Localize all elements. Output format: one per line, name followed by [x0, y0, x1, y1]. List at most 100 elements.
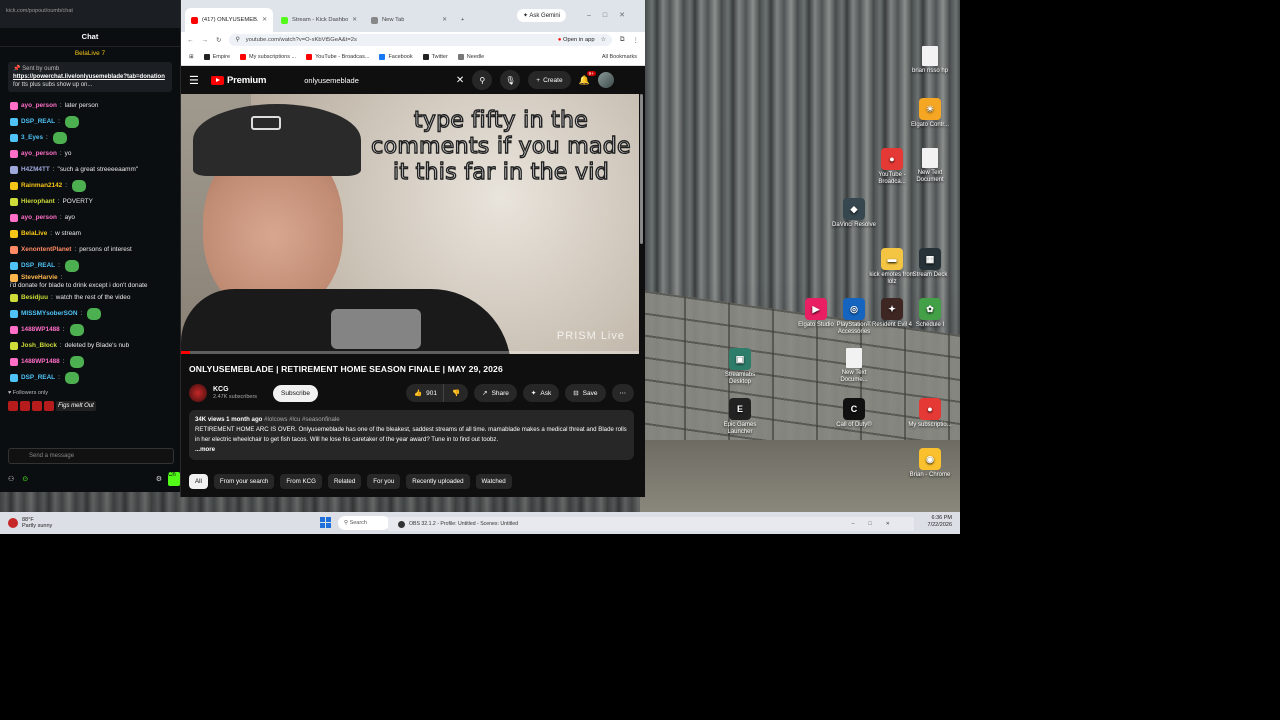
tab-close-icon[interactable]: ✕ [442, 17, 447, 23]
desktop-shortcut[interactable]: ● My subscriptio... [906, 398, 954, 429]
chat-username[interactable]: Hierophant [21, 198, 55, 206]
subscribe-button[interactable]: Subscribe [273, 384, 318, 402]
desc-more[interactable]: ...more [195, 446, 215, 453]
chat-username[interactable]: H4ZM4TT [21, 166, 50, 174]
browser-tab[interactable]: Stream - Kick Dashbo... ✕ [275, 8, 363, 32]
hamburger-icon[interactable]: ☰ [189, 74, 203, 87]
create-button[interactable]: + Create [528, 71, 571, 89]
dislike-button[interactable]: 👎 [443, 384, 469, 402]
bookmark-item[interactable]: YouTube - Broadcas... [306, 53, 369, 60]
bookmark-item[interactable]: Needle [457, 53, 484, 60]
bookmark-item[interactable]: Empire [203, 53, 230, 60]
pinned-link[interactable]: https://powerchat.live/onlyusemeblade?ta… [13, 74, 165, 80]
star-icon[interactable]: ☆ [601, 37, 606, 43]
window-controls[interactable]: –□✕ [587, 11, 637, 19]
desktop-shortcut[interactable]: ▣ Streamlabs Desktop [716, 348, 764, 386]
chat-username[interactable]: SteveHarvie [21, 274, 58, 282]
reload-icon[interactable]: ↻ [216, 36, 221, 44]
desktop-shortcut[interactable]: ◆ DaVinci Resolve [830, 198, 878, 229]
ask-gemini-button[interactable]: ✦ Ask Gemini [517, 9, 567, 22]
desktop-shortcut[interactable]: C Call of Duty® [830, 398, 878, 429]
all-bookmarks-button[interactable]: All Bookmarks [602, 54, 637, 60]
desc-tags[interactable]: #lolcows #lcu #seasonfinale [264, 416, 340, 423]
chat-username[interactable]: BelaLive [21, 230, 47, 238]
chat-username[interactable]: XenontentPlanet [21, 246, 71, 254]
chat-username[interactable]: Besidjuu [21, 294, 48, 302]
back-icon[interactable]: ← [187, 37, 194, 44]
filter-chip[interactable]: Recently uploaded [406, 474, 470, 489]
filter-chip[interactable]: All [189, 474, 208, 489]
desktop-shortcut[interactable]: E Epic Games Launcher [716, 398, 764, 436]
chat-username[interactable]: MISSMYsoberSON [21, 310, 77, 318]
desktop-shortcut[interactable]: ✿ Schedule I [906, 298, 954, 329]
video-description[interactable]: 34K views 1 month ago #lolcows #lcu #sea… [189, 410, 634, 460]
browser-tab[interactable]: New Tab ✕ [365, 8, 453, 32]
chat-username[interactable]: ayo_person [21, 214, 57, 222]
share-button[interactable]: ↗ Share [474, 384, 517, 402]
pinned-user[interactable]: BelaLive 7 [0, 47, 180, 60]
search-icon[interactable]: ⚲ [472, 70, 493, 90]
search-input[interactable]: onlyusemeblade ✕ [304, 71, 464, 89]
video-player[interactable]: type fifty in the comments if you made i… [181, 94, 639, 354]
pinned-message[interactable]: 📌 Sent by oumb https://powerchat.live/on… [8, 62, 172, 92]
mic-icon[interactable]: 🎙 [500, 70, 521, 90]
chat-username[interactable]: ayo_person [21, 102, 57, 110]
system-clock[interactable]: 6:36 PM 7/22/2026 [928, 515, 952, 529]
youtube-logo[interactable]: Premium [211, 75, 266, 86]
bookmark-item[interactable]: Twitter [422, 53, 448, 60]
browser-tab[interactable]: (417) ONLYUSEMEB... ✕ [185, 8, 273, 32]
obs-window-bar[interactable]: OBS 32.1.2 - Profile: Untitled - Scenes:… [388, 517, 914, 531]
filter-chip[interactable]: From your search [213, 474, 275, 489]
extensions-icon[interactable]: ⧉ [620, 36, 625, 44]
bell-icon[interactable]: 🔔 9+ [579, 70, 596, 86]
chat-username[interactable]: Rainman2142 [21, 182, 62, 190]
chat-url[interactable]: kick.com/popout/oumb/chat [6, 8, 174, 14]
forward-icon[interactable]: → [202, 37, 209, 44]
avatar[interactable] [597, 72, 614, 88]
desktop-shortcut[interactable]: ◉ Brian - Chrome [906, 448, 954, 479]
tab-close-icon[interactable]: ✕ [262, 17, 267, 23]
bookmark-item[interactable]: Facebook [379, 53, 413, 60]
windows-start-icon[interactable] [320, 517, 331, 528]
chat-badge-row[interactable]: Figs melt Out [0, 400, 180, 412]
desktop-shortcut[interactable]: New Text Document [906, 148, 954, 184]
filter-chip[interactable]: Related [327, 474, 362, 489]
chat-username[interactable]: DSP_REAL [21, 262, 55, 270]
obs-window-controls[interactable]: –□✕ [852, 521, 904, 527]
site-info-icon[interactable]: ⚲ [235, 37, 239, 43]
chat-username[interactable]: 1488WP1488 [21, 358, 60, 366]
channel-avatar[interactable] [189, 384, 207, 402]
tab-close-icon[interactable]: ✕ [352, 17, 357, 23]
apps-icon[interactable]: ⊞ [189, 54, 194, 60]
settings-icon[interactable]: ⚙ [156, 475, 162, 483]
desktop-shortcut[interactable]: brian nsso hp [906, 46, 954, 75]
more-icon[interactable]: ⋮ [633, 36, 640, 44]
channel-name[interactable]: KCG [213, 386, 257, 394]
open-in-app-button[interactable]: ● Open in app [558, 37, 595, 43]
desktop-shortcut[interactable]: ☀ Elgato Contr... [906, 98, 954, 129]
like-button[interactable]: 👍 901 [406, 384, 444, 402]
url-field[interactable]: ⚲ youtube.com/watch?v=O-xKbVt5GeA&t=2s ●… [229, 34, 612, 46]
emote-icon[interactable]: ⚇ [8, 475, 14, 483]
filter-chip[interactable]: Watched [475, 474, 512, 489]
chat-send-button[interactable]: Ch [168, 472, 180, 486]
chat-username[interactable]: DSP_REAL [21, 118, 55, 126]
new-tab-button[interactable]: + [455, 8, 469, 32]
video-progress-bar[interactable] [181, 351, 639, 354]
weather-widget[interactable]: 88°F Partly sunny [8, 517, 208, 529]
chat-username[interactable]: DSP_REAL [21, 374, 55, 382]
chat-username[interactable]: 1488WP1488 [21, 326, 60, 334]
desktop-shortcut[interactable]: New Text Docume... [830, 348, 878, 384]
page-scrollbar[interactable] [640, 94, 643, 244]
channel-info[interactable]: KCG 2.47K subscribers [213, 386, 257, 400]
filter-chip[interactable]: For you [367, 474, 401, 489]
chat-username[interactable]: ayo_person [21, 150, 57, 158]
save-button[interactable]: ⊟ Save [565, 384, 606, 402]
kick-icon[interactable]: ⊙ [22, 475, 28, 483]
clear-icon[interactable]: ✕ [456, 75, 464, 86]
taskbar-search[interactable]: ⚲ Search [338, 516, 390, 530]
desktop-shortcut[interactable]: ▦ Stream Deck [906, 248, 954, 279]
chat-input[interactable]: Send a message [8, 448, 174, 464]
more-actions-icon[interactable]: ⋯ [611, 384, 634, 402]
bookmark-item[interactable]: My subscriptions ... [240, 53, 296, 60]
